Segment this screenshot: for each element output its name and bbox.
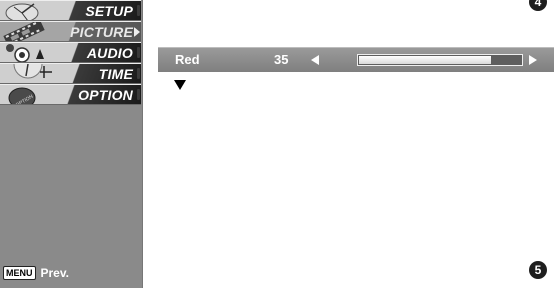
- selected-arrow-icon: [134, 27, 140, 37]
- setting-label: Red: [175, 52, 200, 67]
- decrease-arrow-icon[interactable]: [311, 55, 319, 65]
- red-setting-row[interactable]: Red 35: [158, 47, 554, 72]
- step-number-badge: 4: [529, 0, 547, 11]
- menu-item-time[interactable]: TIME: [0, 63, 141, 84]
- menu-item-label: AUDIO: [86, 45, 133, 61]
- menu-item-picture[interactable]: PICTURE: [0, 21, 141, 42]
- menu-item-option[interactable]: OPTION OPTION: [0, 84, 141, 105]
- menu-item-audio[interactable]: AUDIO: [0, 42, 141, 63]
- menu-item-setup[interactable]: SETUP: [0, 0, 141, 21]
- menu-item-label: OPTION: [78, 87, 133, 103]
- prev-button[interactable]: MENU Prev.: [3, 263, 69, 283]
- step-number-badge: 5: [529, 261, 547, 279]
- increase-arrow-icon[interactable]: [529, 55, 537, 65]
- red-level-slider[interactable]: [357, 54, 523, 66]
- menu-item-label: PICTURE: [70, 24, 133, 40]
- menu-item-label: TIME: [98, 66, 133, 82]
- menu-item-label: SETUP: [85, 3, 133, 19]
- scroll-down-arrow-icon[interactable]: [174, 80, 186, 90]
- setting-value: 35: [274, 52, 289, 67]
- prev-label: Prev.: [40, 266, 69, 280]
- menu-key-icon: MENU: [3, 266, 36, 280]
- slider-fill: [359, 56, 492, 64]
- menu-panel: SETUP PICTURE AUDIO TIME OPTION OPTION M…: [0, 0, 143, 288]
